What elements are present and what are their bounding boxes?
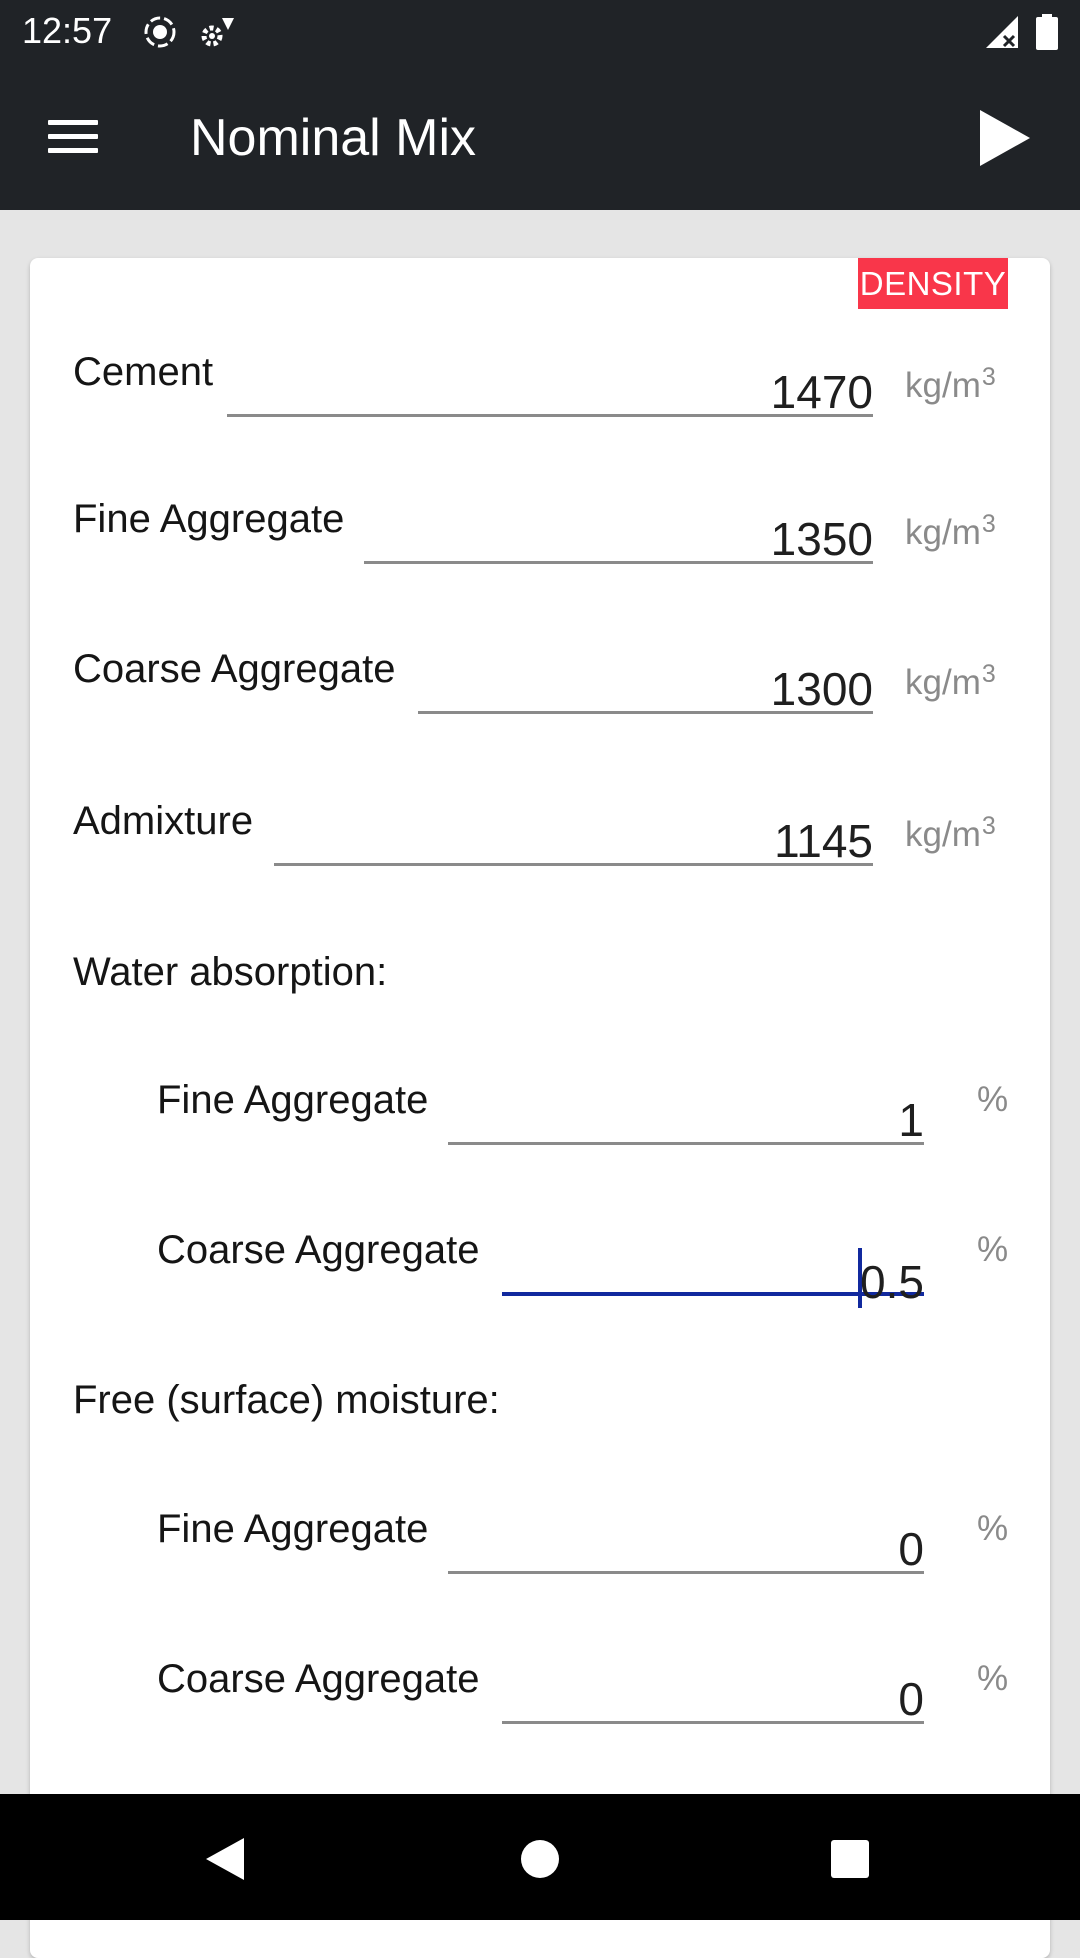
cement-label: Cement	[73, 350, 214, 394]
settings-cog-icon	[198, 14, 238, 55]
admixture-density-input[interactable]: 1145	[274, 818, 873, 866]
wa-coarse-aggregate-value: 0.5	[860, 1256, 924, 1308]
page-title: Nominal Mix	[190, 109, 477, 167]
wa-fine-aggregate-unit: %	[977, 1080, 1009, 1119]
mix-input-card: DENSITY Cement 1470 kg/m3 Fine Aggregate…	[30, 258, 1050, 1958]
status-time: 12:57	[22, 10, 113, 51]
free-moisture-heading: Free (surface) moisture:	[73, 1378, 500, 1422]
hamburger-menu-icon[interactable]	[32, 102, 114, 170]
app-bar: Nominal Mix	[0, 62, 1080, 210]
coarse-aggregate-label: Coarse Aggregate	[73, 647, 396, 691]
coarse-aggregate-unit: kg/m3	[905, 660, 996, 702]
wa-coarse-aggregate-label: Coarse Aggregate	[157, 1228, 480, 1272]
play-icon[interactable]	[968, 102, 1040, 174]
signal-icon	[984, 14, 1020, 55]
coarse-aggregate-density-input[interactable]: 1300	[418, 666, 873, 714]
wa-coarse-aggregate-input[interactable]: 0.5	[502, 1248, 924, 1308]
fm-fine-aggregate-input[interactable]: 0	[448, 1526, 924, 1574]
wa-fine-aggregate-input[interactable]: 1	[448, 1097, 924, 1145]
battery-icon	[1036, 14, 1058, 55]
screen-record-icon	[142, 14, 178, 55]
admixture-label: Admixture	[73, 799, 254, 843]
fine-aggregate-density-input[interactable]: 1350	[364, 516, 873, 564]
wa-coarse-aggregate-unit: %	[977, 1230, 1009, 1269]
recents-icon[interactable]	[815, 1824, 885, 1894]
cement-density-input[interactable]: 1470	[227, 369, 873, 417]
admixture-unit: kg/m3	[905, 812, 996, 854]
fm-fine-aggregate-unit: %	[977, 1509, 1009, 1548]
fm-coarse-aggregate-label: Coarse Aggregate	[157, 1657, 480, 1701]
water-absorption-heading: Water absorption:	[73, 950, 388, 994]
wa-fine-aggregate-label: Fine Aggregate	[157, 1078, 429, 1122]
fine-aggregate-label: Fine Aggregate	[73, 497, 345, 541]
navigation-bar	[0, 1794, 1080, 1920]
fm-coarse-aggregate-input[interactable]: 0	[502, 1676, 924, 1724]
cement-unit: kg/m3	[905, 363, 996, 405]
density-button[interactable]: DENSITY	[858, 258, 1008, 309]
back-icon[interactable]	[190, 1824, 260, 1894]
home-icon[interactable]	[505, 1824, 575, 1894]
fine-aggregate-unit: kg/m3	[905, 510, 996, 552]
fm-coarse-aggregate-unit: %	[977, 1659, 1009, 1698]
fm-fine-aggregate-label: Fine Aggregate	[157, 1507, 429, 1551]
status-bar: 12:57	[0, 0, 1080, 62]
